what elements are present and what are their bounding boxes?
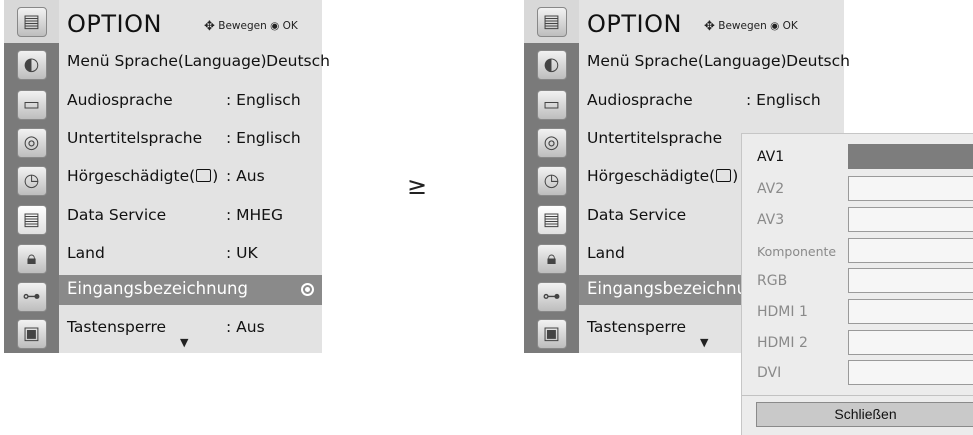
menu-item-value: : MHEG: [226, 206, 283, 224]
submenu-item-label: HDMI 1: [757, 304, 808, 320]
submenu-item-label: AV2: [757, 181, 785, 197]
option-icon[interactable]: ▤: [524, 198, 579, 241]
submenu-item-dvi[interactable]: DVI: [742, 356, 973, 389]
menu-item-label: Menü Sprache(Language): [587, 52, 787, 70]
menu-item-label: Land: [67, 244, 105, 262]
menu-item-label: Audiosprache: [587, 91, 693, 109]
menu-item-label: Land: [587, 244, 625, 262]
submenu-item-hdmi2[interactable]: HDMI 2: [742, 326, 973, 359]
menu-item-label: Data Service: [67, 206, 167, 224]
pip-icon[interactable]: ▣: [524, 312, 579, 355]
menu-item-data-service[interactable]: Data Service : MHEG: [59, 202, 322, 232]
menu-item-label: Tastensperre: [67, 318, 167, 336]
submenu-item-av2[interactable]: AV2: [742, 172, 973, 205]
submenu-item-rgb[interactable]: RGB: [742, 264, 973, 297]
move-hint-label: Bewegen: [218, 20, 267, 32]
option-menu-left: ▤ ◐ ▭ ◎ ◷ ▤ 🔒︎ ⊶ ▣ OPTION ✥ Bewegen ◉ OK…: [4, 0, 330, 353]
globe-icon[interactable]: ◐: [4, 43, 59, 86]
submenu-item-label: Komponente: [757, 244, 837, 259]
menu-item-input-label[interactable]: Eingangsbezeichnung: [59, 275, 322, 305]
submenu-divider: [742, 395, 973, 396]
icon-column: ▤ ◐ ▭ ◎ ◷ ▤ 🔒︎ ⊶ ▣: [524, 0, 579, 353]
transition-chevron: ≥: [407, 172, 428, 200]
ok-hint-label: OK: [282, 20, 298, 32]
menu-item-label: Audiosprache: [67, 91, 173, 109]
submenu-item-field[interactable]: [848, 299, 973, 324]
option-header-icon: ▤: [524, 0, 579, 43]
menu-item-value: : Deutsch: [256, 52, 330, 70]
submenu-item-label: DVI: [757, 365, 782, 381]
clock-icon[interactable]: ◷: [4, 159, 59, 202]
menu-title: OPTION: [67, 10, 162, 38]
menu-item-country[interactable]: Land : UK: [59, 240, 322, 270]
menu-item-label: Eingangsbezeichnun: [587, 279, 758, 298]
speaker-icon[interactable]: ◎: [524, 121, 579, 164]
submenu-item-field[interactable]: [848, 144, 973, 169]
caption-icon: [716, 169, 732, 182]
menu-item-menu-language[interactable]: Menü Sprache(Language) : Deutsch: [59, 48, 330, 78]
menu-item-menu-language[interactable]: Menü Sprache(Language) : Deutsch: [579, 48, 850, 78]
navigation-hint: ✥ Bewegen ◉ OK: [704, 19, 798, 34]
menu-item-value: : Deutsch: [776, 52, 850, 70]
menu-item-label: Data Service: [587, 206, 687, 224]
menu-item-hearing-impaired[interactable]: Hörgeschädigte() : Aus: [59, 163, 322, 193]
close-button[interactable]: Schließen: [756, 402, 973, 427]
submenu-item-hdmi1[interactable]: HDMI 1: [742, 295, 973, 328]
option-header-icon: ▤: [4, 0, 59, 43]
caption-icon: [196, 169, 212, 182]
pip-icon[interactable]: ▣: [4, 312, 59, 355]
move-arrows-icon: ✥: [704, 19, 715, 34]
submenu-item-label: AV3: [757, 212, 785, 228]
scroll-down-arrow-icon[interactable]: ▼: [180, 336, 188, 349]
lock-icon[interactable]: 🔒︎: [4, 237, 59, 280]
ok-dot-icon: ◉: [270, 20, 280, 32]
submenu-item-field[interactable]: [848, 176, 973, 201]
move-hint-label: Bewegen: [718, 20, 767, 32]
scroll-down-arrow-icon[interactable]: ▼: [700, 336, 708, 349]
move-arrows-icon: ✥: [204, 19, 215, 34]
ok-hint-label: OK: [782, 20, 798, 32]
submenu-item-komponente[interactable]: Komponente: [742, 234, 973, 267]
lock-icon[interactable]: 🔒︎: [524, 237, 579, 280]
menu-item-label: Hörgeschädigte(): [587, 167, 739, 185]
menu-item-value: : Aus: [226, 167, 265, 185]
option-icon[interactable]: ▤: [4, 198, 59, 241]
ok-dot-icon: ◉: [770, 20, 780, 32]
submenu-item-field[interactable]: [848, 330, 973, 355]
menu-item-value: : Englisch: [226, 91, 301, 109]
submenu-item-field[interactable]: [848, 360, 973, 385]
tv-screen-icon[interactable]: ▭: [4, 83, 59, 126]
globe-icon[interactable]: ◐: [524, 43, 579, 86]
menu-item-label: Menü Sprache(Language): [67, 52, 267, 70]
menu-item-label: Untertitelsprache: [587, 129, 723, 147]
tv-screen-icon[interactable]: ▭: [524, 83, 579, 126]
input-label-submenu: AV1 AV2 AV3 Komponente RGB HDMI 1 HDMI 2…: [741, 133, 973, 435]
icon-column: ▤ ◐ ▭ ◎ ◷ ▤ 🔒︎ ⊶ ▣: [4, 0, 59, 353]
submenu-item-label: AV1: [757, 149, 785, 165]
submenu-item-field[interactable]: [848, 238, 973, 263]
menu-item-value: : Aus: [226, 318, 265, 336]
menu-item-subtitle-language[interactable]: Untertitelsprache : Englisch: [59, 125, 322, 155]
submenu-item-field[interactable]: [848, 268, 973, 293]
menu-item-audio-language[interactable]: Audiosprache : Englisch: [59, 87, 322, 117]
menu-item-value: : UK: [226, 244, 258, 262]
menu-item-key-lock[interactable]: Tastensperre : Aus: [59, 314, 322, 344]
menu-item-value: : Englisch: [746, 91, 821, 109]
menu-item-audio-language[interactable]: Audiosprache : Englisch: [579, 87, 844, 117]
submenu-item-av3[interactable]: AV3: [742, 203, 973, 236]
clock-icon[interactable]: ◷: [524, 159, 579, 202]
menu-item-value: : Englisch: [226, 129, 301, 147]
submenu-item-av1[interactable]: AV1: [742, 140, 973, 173]
menu-item-label: Tastensperre: [587, 318, 687, 336]
menu-item-label: Eingangsbezeichnung: [67, 279, 248, 298]
selected-radio-icon: [301, 283, 314, 296]
navigation-hint: ✥ Bewegen ◉ OK: [204, 19, 298, 34]
submenu-item-label: HDMI 2: [757, 335, 808, 351]
menu-item-label: Hörgeschädigte(): [67, 167, 219, 185]
submenu-item-label: RGB: [757, 273, 788, 289]
speaker-icon[interactable]: ◎: [4, 121, 59, 164]
submenu-item-field[interactable]: [848, 207, 973, 232]
menu-title: OPTION: [587, 10, 682, 38]
menu-item-label: Untertitelsprache: [67, 129, 203, 147]
